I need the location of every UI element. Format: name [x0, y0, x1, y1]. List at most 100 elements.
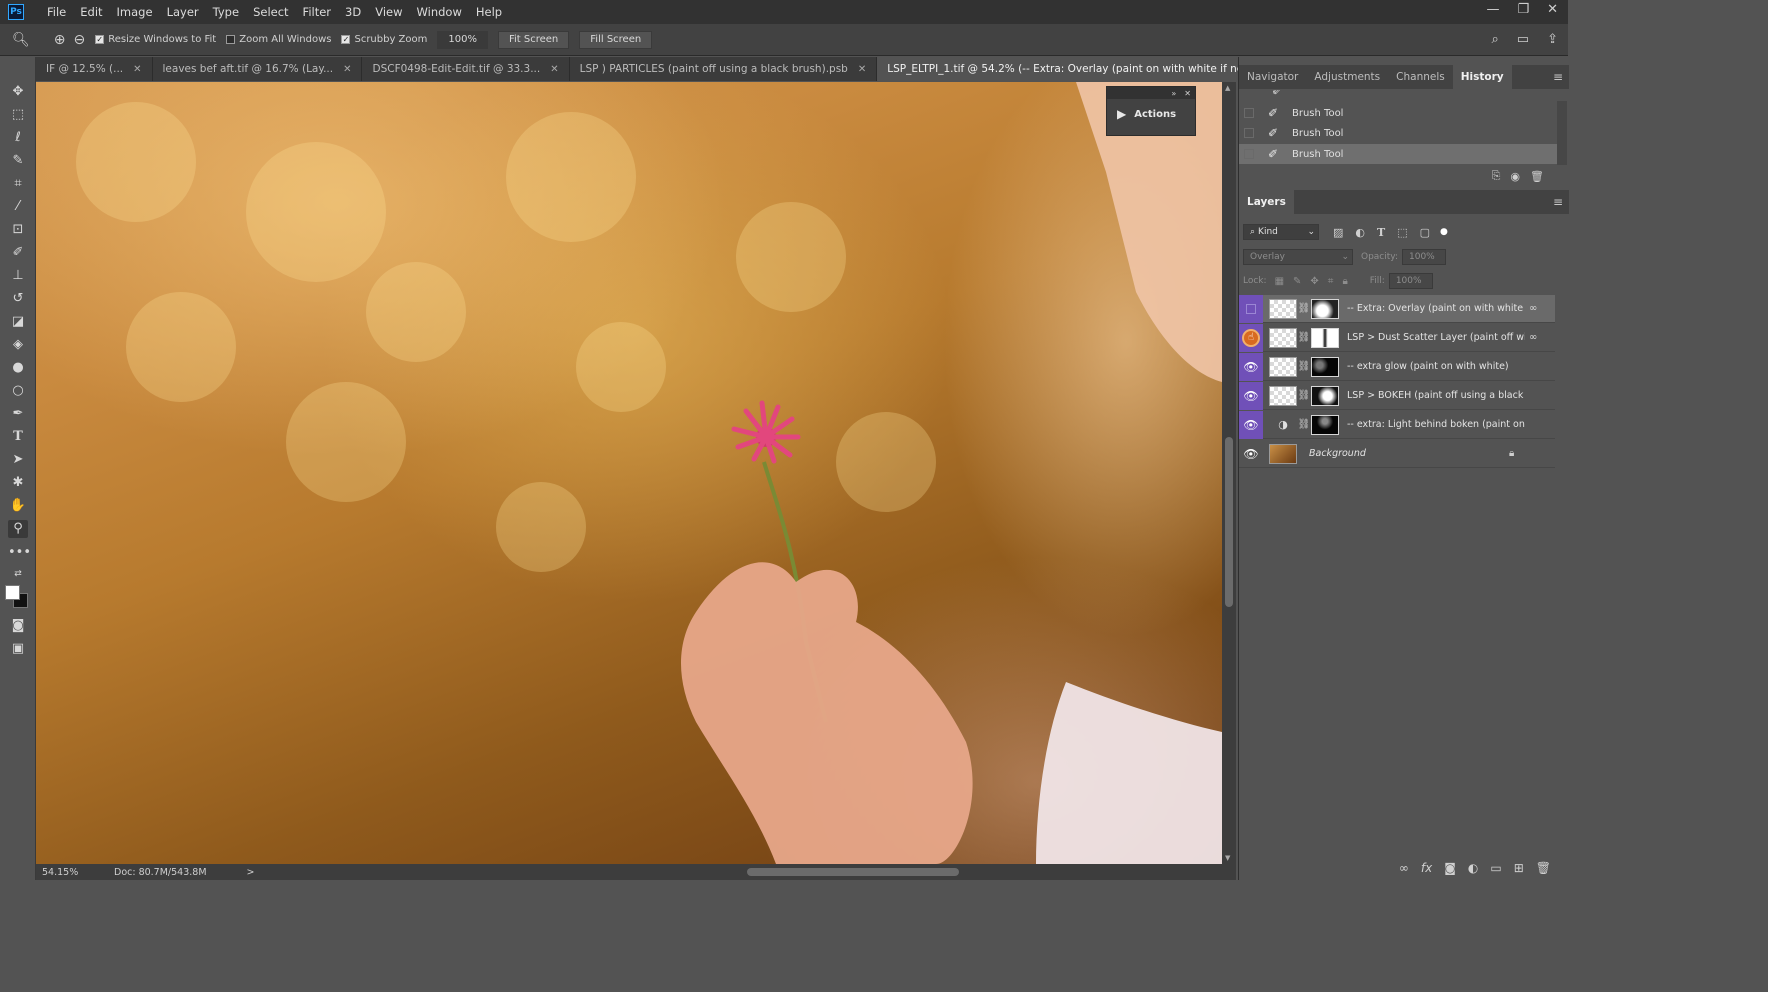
camera-icon[interactable]: ◉ — [1510, 170, 1520, 183]
screen-mode-icon[interactable]: ▣ — [8, 640, 28, 658]
lock-all-icon[interactable]: 🔒︎ — [1342, 276, 1347, 287]
fx-icon[interactable]: fx — [1421, 861, 1432, 875]
layer-row-background[interactable]: 👁︎ Background 🔒︎ — [1239, 440, 1555, 468]
smart-object-filter-icon[interactable]: ▢ — [1420, 226, 1430, 239]
layer-name[interactable]: -- extra: Light behind boken (paint on) — [1347, 419, 1525, 430]
menu-3d[interactable]: 3D — [338, 5, 368, 19]
history-snapshot-box[interactable] — [1244, 149, 1254, 159]
link-chain-icon[interactable]: ⛓ — [1297, 361, 1311, 372]
menu-file[interactable]: File — [40, 5, 73, 19]
layer-row-extra-overlay[interactable]: ⛓ -- Extra: Overlay (paint on with white… — [1239, 294, 1555, 323]
scrubby-zoom-checkbox[interactable]: ✓ Scrubby Zoom — [341, 34, 427, 45]
tab-history[interactable]: History — [1452, 65, 1512, 89]
visibility-toggle[interactable]: ☝ — [1239, 323, 1263, 352]
layer-mask-thumbnail[interactable] — [1311, 327, 1339, 348]
type-tool-icon[interactable]: T — [8, 428, 28, 446]
menu-image[interactable]: Image — [110, 5, 160, 19]
close-tab-icon[interactable]: ✕ — [550, 64, 558, 75]
quick-select-tool-icon[interactable]: ✎ — [8, 152, 28, 170]
new-layer-icon[interactable]: ⊞ — [1514, 861, 1524, 875]
pen-tool-icon[interactable]: ✒ — [8, 405, 28, 423]
layer-thumbnail[interactable] — [1269, 327, 1297, 348]
fill-screen-button[interactable]: Fill Screen — [579, 30, 653, 49]
layer-name[interactable]: -- Extra: Overlay (paint on with white i… — [1347, 303, 1525, 314]
layer-thumbnail[interactable] — [1269, 356, 1297, 377]
layer-row-extra-glow[interactable]: 👁︎ ⛓ -- extra glow (paint on with white) — [1239, 352, 1555, 381]
document-canvas[interactable] — [36, 82, 1222, 864]
zoom-level-readout[interactable]: 54.15% — [42, 867, 102, 878]
menu-select[interactable]: Select — [246, 5, 295, 19]
lasso-tool-icon[interactable]: ℓ — [8, 129, 28, 147]
layer-name[interactable]: -- extra glow (paint on with white) — [1347, 361, 1525, 372]
visibility-toggle[interactable]: 👁︎ — [1239, 440, 1263, 468]
menu-type[interactable]: Type — [206, 5, 246, 19]
layer-name[interactable]: Background — [1309, 448, 1487, 459]
vertical-scrollbar[interactable]: ▲ ▼ — [1222, 82, 1236, 864]
layer-thumbnail[interactable] — [1269, 385, 1297, 406]
visibility-toggle-off[interactable] — [1239, 294, 1263, 323]
layer-thumbnail[interactable] — [1269, 298, 1297, 319]
actions-button[interactable]: ▶ Actions — [1107, 99, 1195, 129]
link-chain-icon[interactable]: ⛓ — [1297, 419, 1311, 430]
search-icon[interactable]: ⌕ — [1492, 32, 1499, 47]
layer-row-light-behind[interactable]: 👁︎ ◑ ⛓ -- extra: Light behind boken (pai… — [1239, 410, 1555, 439]
close-tab-icon[interactable]: ✕ — [133, 64, 141, 75]
zoom-in-icon[interactable]: ⊕ — [54, 32, 66, 48]
adjustment-icon[interactable]: ◐ — [1468, 861, 1478, 875]
menu-edit[interactable]: Edit — [73, 5, 109, 19]
dodge-tool-icon[interactable]: ○ — [8, 382, 28, 400]
new-document-from-state-icon[interactable]: ⎘ — [1492, 169, 1501, 183]
horizontal-scroll-thumb[interactable] — [747, 868, 959, 876]
healing-brush-tool-icon[interactable]: ⊡ — [8, 221, 28, 239]
minimize-button[interactable]: — — [1486, 2, 1499, 17]
blend-mode-select[interactable]: Overlay ⌄ — [1243, 249, 1353, 265]
visibility-toggle[interactable]: 👁︎ — [1239, 410, 1263, 439]
eyedropper-tool-icon[interactable]: ⁄ — [8, 198, 28, 216]
close-window-button[interactable]: ✕ — [1547, 2, 1558, 17]
adjustment-layer-icon[interactable]: ◑ — [1269, 418, 1297, 431]
link-chain-icon[interactable]: ⛓ — [1297, 390, 1311, 401]
tab-layers[interactable]: Layers — [1239, 190, 1294, 214]
panel-menu-icon[interactable]: ≡ — [1553, 195, 1563, 209]
clone-stamp-tool-icon[interactable]: ⊥ — [8, 267, 28, 285]
layer-mask-thumbnail[interactable] — [1311, 414, 1339, 435]
fill-field[interactable]: 100% — [1388, 273, 1433, 289]
zoom-tool-icon[interactable]: 🔍︎ — [12, 32, 30, 48]
layer-row-dust-scatter[interactable]: ☝ ⛓ LSP > Dust Scatter Layer (paint off … — [1239, 323, 1555, 352]
history-snapshot-box[interactable] — [1244, 128, 1254, 138]
zoom-tool-icon[interactable]: ⚲ — [8, 520, 28, 538]
link-layers-icon[interactable]: ∞ — [1399, 861, 1409, 875]
scroll-up-icon[interactable]: ▲ — [1225, 84, 1230, 92]
layer-thumbnail[interactable] — [1269, 443, 1297, 464]
zoom-percent-field[interactable]: 100% — [437, 30, 488, 49]
layer-name[interactable]: LSP > BOKEH (paint off using a black bru… — [1347, 390, 1525, 401]
layer-name[interactable]: LSP > Dust Scatter Layer (paint off with… — [1347, 332, 1525, 343]
zoom-all-windows-checkbox[interactable]: Zoom All Windows — [226, 34, 331, 45]
pixel-filter-icon[interactable]: ▨ — [1333, 226, 1343, 239]
trash-icon[interactable]: 🗑︎ — [1530, 170, 1544, 183]
document-tab[interactable]: DSCF0498-Edit-Edit.tif @ 33.3... ✕ — [362, 57, 570, 81]
tab-channels[interactable]: Channels — [1388, 65, 1453, 89]
menu-help[interactable]: Help — [469, 5, 509, 19]
workspace-icon[interactable]: ▭ — [1517, 32, 1529, 47]
panel-menu-icon[interactable]: ≡ — [1553, 70, 1563, 84]
filter-kind-select[interactable]: ⌕ Kind ⌄ — [1243, 224, 1319, 240]
lock-position-icon[interactable]: ✥ — [1310, 276, 1318, 287]
close-tab-icon[interactable]: ✕ — [858, 64, 866, 75]
close-panel-icon[interactable]: ✕ — [1184, 89, 1191, 98]
document-tab[interactable]: IF @ 12.5% (... ✕ — [36, 57, 153, 81]
restore-button[interactable]: ❐ — [1517, 2, 1529, 17]
menu-layer[interactable]: Layer — [160, 5, 206, 19]
layer-mask-thumbnail[interactable] — [1311, 385, 1339, 406]
layer-row-bokeh[interactable]: 👁︎ ⛓ LSP > BOKEH (paint off using a blac… — [1239, 381, 1555, 410]
crop-tool-icon[interactable]: ⌗ — [8, 175, 28, 193]
opacity-field[interactable]: 100% — [1402, 249, 1446, 265]
group-folder-icon[interactable]: ▭ — [1490, 861, 1501, 875]
history-snapshot-box[interactable] — [1244, 108, 1254, 118]
move-tool-icon[interactable]: ✥ — [8, 83, 28, 101]
tab-navigator[interactable]: Navigator — [1239, 65, 1306, 89]
shape-filter-icon[interactable]: ⬚ — [1397, 226, 1407, 239]
scroll-down-icon[interactable]: ▼ — [1225, 854, 1230, 862]
history-scrollbar[interactable] — [1557, 101, 1567, 165]
vertical-scroll-thumb[interactable] — [1225, 437, 1233, 607]
